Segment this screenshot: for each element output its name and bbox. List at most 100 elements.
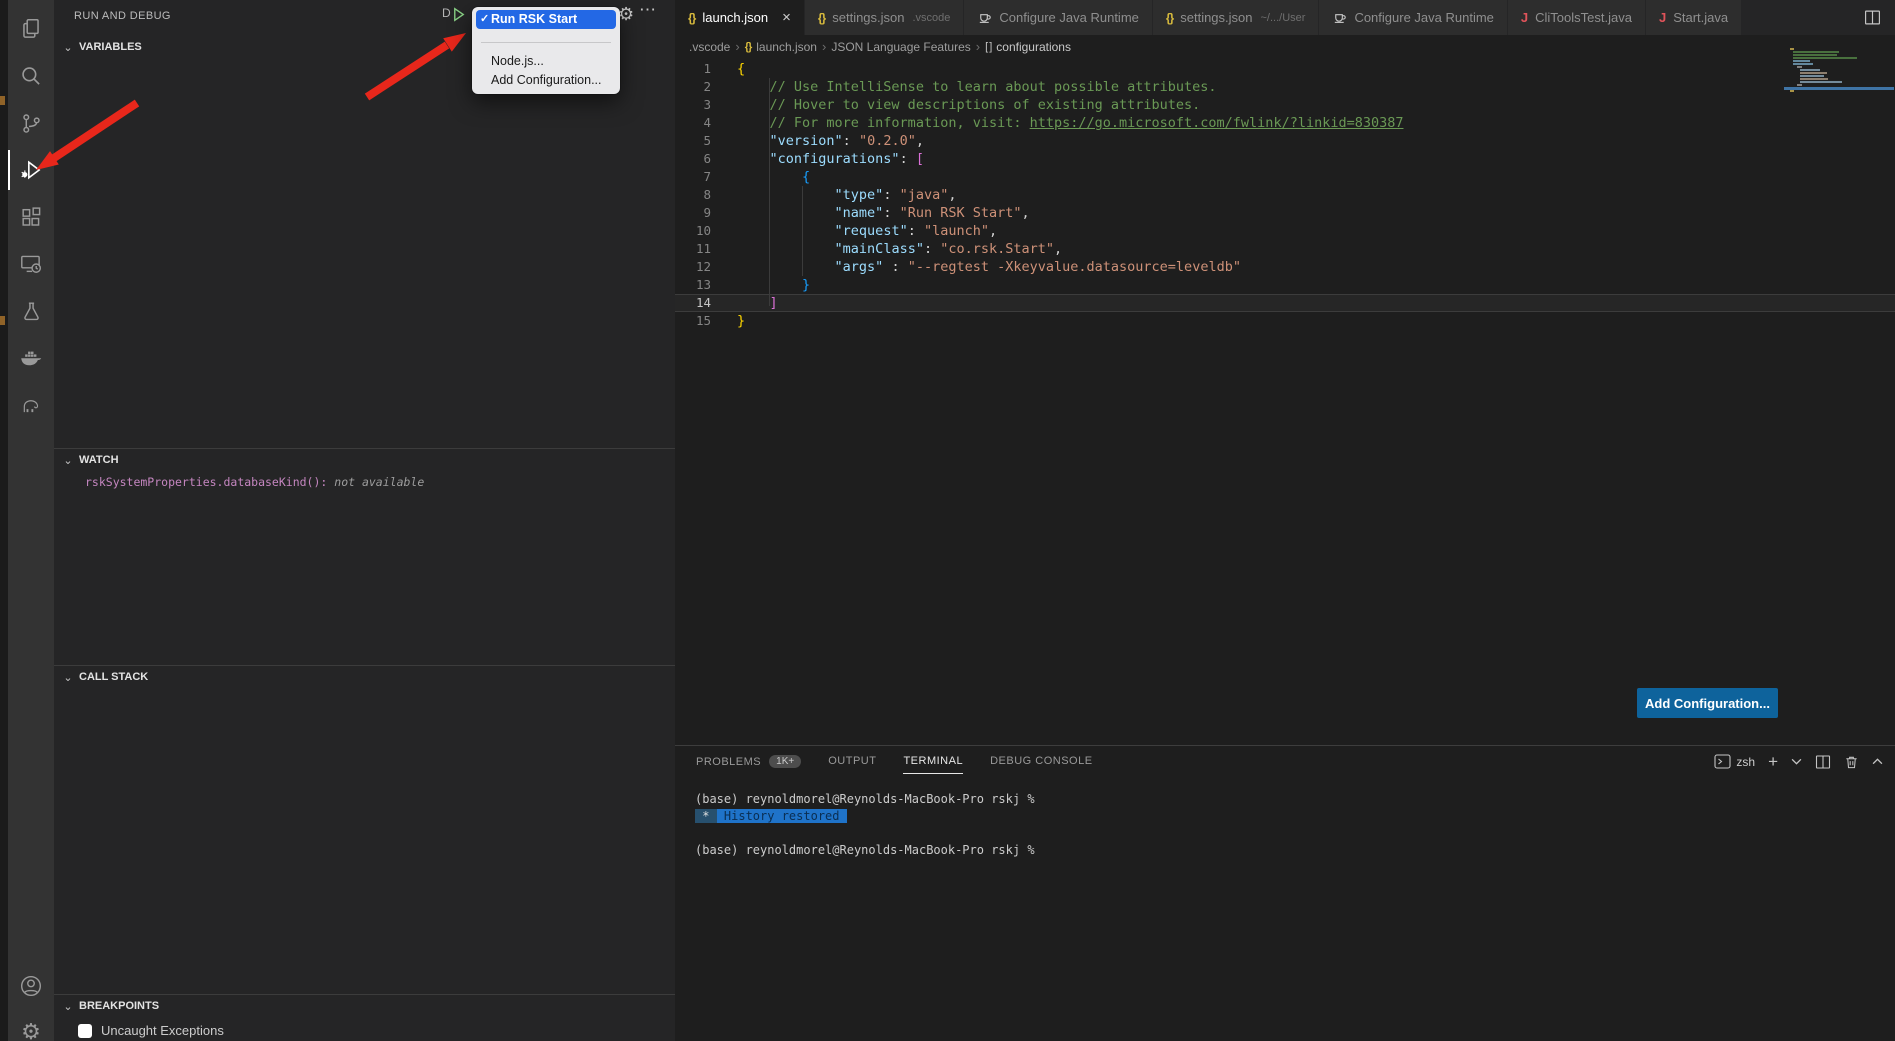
code-editor[interactable]: 1{2 // Use IntelliSense to learn about p… [675, 60, 1895, 330]
code-line-15[interactable]: 15} [675, 312, 1895, 330]
watch-expression-item[interactable]: rskSystemProperties.databaseKind(): not … [54, 475, 675, 489]
code-line-2[interactable]: 2 // Use IntelliSense to learn about pos… [675, 78, 1895, 96]
breadcrumb-label: configurations [996, 40, 1071, 54]
line-number: 8 [675, 186, 711, 204]
line-number: 2 [675, 78, 711, 96]
code-line-7[interactable]: 7 { [675, 168, 1895, 186]
close-tab-icon[interactable]: × [782, 10, 791, 25]
editor-tab-clitoolstest-java[interactable]: JCliToolsTest.java [1508, 0, 1646, 35]
accounts-icon[interactable] [8, 963, 54, 1009]
indent-guide [769, 78, 770, 306]
panel-tab-problems[interactable]: PROBLEMS1K+ [696, 755, 801, 774]
code-line-14[interactable]: 14 ] [675, 294, 1895, 312]
split-terminal-icon[interactable] [1815, 754, 1831, 770]
uncaught-exceptions-checkbox[interactable] [78, 1024, 92, 1038]
section-label: CALL STACK [79, 671, 148, 683]
run-and-debug-icon[interactable] [8, 147, 54, 193]
code-line-9[interactable]: 9 "name": "Run RSK Start", [675, 204, 1895, 222]
editor-tab-launch-json[interactable]: {}launch.json× [675, 0, 805, 35]
editor-tab-start-java[interactable]: JStart.java [1646, 0, 1742, 35]
line-number: 10 [675, 222, 711, 240]
editor-tab-configure-java-runtime[interactable]: Configure Java Runtime [964, 0, 1152, 35]
docker-whale-icon[interactable] [8, 335, 54, 381]
breadcrumb-item-json-language-features[interactable]: JSON Language Features [831, 40, 970, 54]
watch-value: not available [334, 475, 424, 489]
breadcrumb: .vscode›{}launch.json›JSON Language Feat… [675, 35, 1895, 58]
minimap-line [1793, 54, 1837, 56]
breadcrumb-item-launch-json[interactable]: {}launch.json [745, 40, 817, 54]
terminal-shell-selector[interactable]: zsh [1714, 754, 1755, 769]
panel-tab-output[interactable]: OUTPUT [828, 755, 876, 773]
vscode-window: ⚙ RUN AND DEBUG D ⚙ ⋯ ⌄ VARIABLES ⌄ WATC… [0, 0, 1895, 1041]
breakpoints-section-header[interactable]: ⌄ BREAKPOINTS [54, 995, 675, 1017]
json-file-icon: {} [818, 11, 825, 25]
gradle-elephant-icon[interactable] [8, 382, 54, 428]
watch-section: ⌄ WATCH rskSystemProperties.databaseKind… [54, 448, 675, 489]
menu-item-label: Run RSK Start [491, 12, 577, 26]
terminal-output[interactable]: (base) reynoldmorel@Reynolds-MacBook-Pro… [695, 791, 1035, 859]
kill-terminal-trash-icon[interactable] [1844, 754, 1859, 770]
breakpoint-item: Uncaught Exceptions [54, 1023, 675, 1038]
menu-item-node-js[interactable]: Node.js... [476, 52, 616, 71]
breakpoint-label: Uncaught Exceptions [101, 1023, 224, 1038]
call-stack-section-header[interactable]: ⌄ CALL STACK [54, 666, 675, 688]
editor-area: {}launch.json×{}settings.json.vscodeConf… [675, 0, 1895, 745]
debug-settings-gear-icon[interactable]: ⚙ [618, 4, 634, 25]
breadcrumb-label: JSON Language Features [831, 40, 970, 54]
breadcrumb-label: launch.json [756, 40, 817, 54]
terminal-line [695, 825, 1035, 842]
editor-tab-settings-json[interactable]: {}settings.json~/.../User [1153, 0, 1320, 35]
breadcrumb-item-configurations[interactable]: [ ]configurations [985, 40, 1071, 54]
code-line-3[interactable]: 3 // Hover to view descriptions of exist… [675, 96, 1895, 114]
code-line-8[interactable]: 8 "type": "java", [675, 186, 1895, 204]
editor-tab-configure-java-runtime[interactable]: Configure Java Runtime [1319, 0, 1507, 35]
panel-tab-label: TERMINAL [903, 755, 963, 767]
line-number: 4 [675, 114, 711, 132]
code-line-5[interactable]: 5 "version": "0.2.0", [675, 132, 1895, 150]
editor-tab-settings-json[interactable]: {}settings.json.vscode [805, 0, 965, 35]
code-line-13[interactable]: 13 } [675, 276, 1895, 294]
editor-tab-bar: {}launch.json×{}settings.json.vscodeConf… [675, 0, 1895, 35]
code-line-12[interactable]: 12 "args" : "--regtest -Xkeyvalue.dataso… [675, 258, 1895, 276]
menu-item-add-configuration[interactable]: Add Configuration... [476, 71, 616, 90]
code-line-1[interactable]: 1{ [675, 60, 1895, 78]
manage-gear-icon[interactable]: ⚙ [8, 1010, 54, 1041]
code-line-text: "args" : "--regtest -Xkeyvalue.datasourc… [711, 258, 1241, 276]
code-line-4[interactable]: 4 // For more information, visit: https:… [675, 114, 1895, 132]
panel-tab-terminal[interactable]: TERMINAL [903, 755, 963, 774]
call-stack-section: ⌄ CALL STACK [54, 665, 675, 688]
code-line-text: "mainClass": "co.rsk.Start", [711, 240, 1062, 258]
menu-item-run-rsk-start[interactable]: ✓Run RSK Start [476, 10, 616, 29]
code-line-text: "request": "launch", [711, 222, 997, 240]
remote-explorer-icon[interactable] [8, 241, 54, 287]
more-actions-icon[interactable]: ⋯ [639, 0, 657, 20]
split-editor-icon[interactable] [1864, 0, 1881, 35]
tab-description: ~/.../User [1261, 12, 1306, 24]
run-and-debug-sidebar: RUN AND DEBUG D ⚙ ⋯ ⌄ VARIABLES ⌄ WATCH … [54, 0, 675, 1041]
explorer-icon[interactable] [8, 6, 54, 52]
code-line-text: } [711, 276, 810, 294]
start-debugging-play-icon[interactable] [450, 6, 467, 23]
code-line-11[interactable]: 11 "mainClass": "co.rsk.Start", [675, 240, 1895, 258]
add-configuration-button[interactable]: Add Configuration... [1637, 688, 1778, 718]
code-line-text: "configurations": [ [711, 150, 924, 168]
new-terminal-icon[interactable]: + [1768, 753, 1778, 770]
minimap-line [1793, 57, 1857, 59]
panel-tab-debug-console[interactable]: DEBUG CONSOLE [990, 755, 1092, 773]
code-line-10[interactable]: 10 "request": "launch", [675, 222, 1895, 240]
code-line-text: // Hover to view descriptions of existin… [711, 96, 1200, 114]
testing-beaker-icon[interactable] [8, 288, 54, 334]
watch-section-header[interactable]: ⌄ WATCH [54, 449, 675, 471]
code-line-6[interactable]: 6 "configurations": [ [675, 150, 1895, 168]
terminal-dropdown-chevron-icon[interactable] [1791, 758, 1802, 765]
background-artifact [0, 316, 5, 325]
search-icon[interactable] [8, 53, 54, 99]
breadcrumb-item-vscode[interactable]: .vscode [689, 40, 730, 54]
code-line-text: { [711, 168, 810, 186]
breadcrumb-separator: › [822, 39, 826, 54]
extensions-icon[interactable] [8, 194, 54, 240]
source-control-icon[interactable] [8, 100, 54, 146]
minimap[interactable] [1790, 48, 1872, 93]
maximize-panel-chevron-icon[interactable] [1872, 758, 1883, 765]
minimap-line [1790, 90, 1794, 92]
